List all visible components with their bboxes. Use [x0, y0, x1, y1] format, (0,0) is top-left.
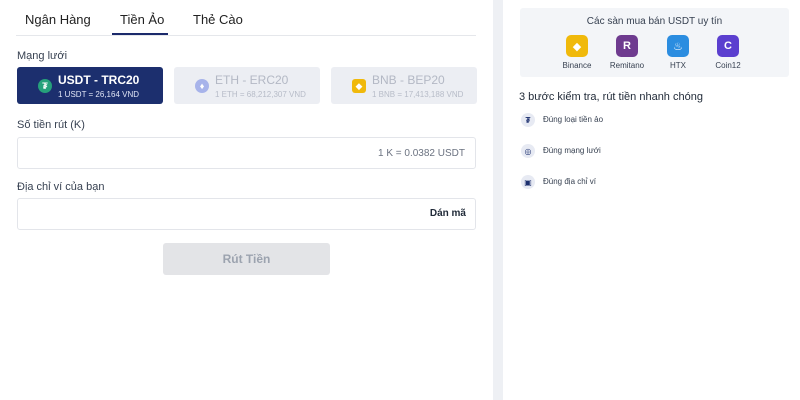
network-rate: 1 USDT = 26,164 VND [58, 90, 140, 99]
binance-icon: ◆ [566, 35, 588, 57]
exchange-binance[interactable]: ◆ Binance [552, 35, 602, 70]
withdraw-button[interactable]: Rút Tiền [163, 243, 330, 275]
coin12-icon: C [717, 35, 739, 57]
wallet-check-icon: ▣ [521, 175, 535, 189]
steps-title: 3 bước kiểm tra, rút tiền nhanh chóng [519, 91, 703, 103]
step-text: Đúng mạng lưới [543, 146, 601, 155]
active-tab-indicator [112, 33, 168, 35]
tab-bank[interactable]: Ngân Hàng [25, 12, 91, 27]
bnb-icon: ◆ [352, 79, 366, 93]
ethereum-icon: ♦ [195, 79, 209, 93]
exchange-coin12[interactable]: C Coin12 [703, 35, 753, 70]
amount-conversion-hint: 1 K = 0.0382 USDT [378, 148, 465, 159]
network-name: BNB - BEP20 [372, 73, 445, 87]
wallet-field: Dán mã [17, 198, 476, 230]
network-check-icon: ◎ [521, 144, 535, 158]
coin-check-icon: ₮ [521, 113, 535, 127]
exchange-name: Coin12 [715, 61, 741, 70]
network-name: ETH - ERC20 [215, 73, 289, 87]
htx-icon: ♨ [667, 35, 689, 57]
exchange-name: Remitano [609, 61, 645, 70]
paste-button[interactable]: Dán mã [430, 208, 466, 219]
wallet-address-input[interactable] [18, 199, 475, 229]
tab-card[interactable]: Thẻ Cào [193, 12, 243, 27]
amount-field: 1 K = 0.0382 USDT [17, 137, 476, 169]
exchange-htx[interactable]: ♨ HTX [653, 35, 703, 70]
exchange-remitano[interactable]: R Remitano [602, 35, 652, 70]
network-option-usdt-trc20[interactable]: ₮ USDT - TRC20 1 USDT = 26,164 VND [17, 67, 163, 104]
step-text: Đúng loại tiền ảo [543, 115, 604, 124]
tether-icon: ₮ [38, 79, 52, 93]
network-option-bnb-bep20[interactable]: ◆ BNB - BEP20 1 BNB = 17,413,188 VND [331, 67, 477, 104]
exchange-name: Binance [562, 61, 592, 70]
wallet-label: Địa chỉ ví của bạn [17, 181, 105, 193]
network-label: Mạng lưới [17, 50, 68, 62]
network-rate: 1 BNB = 17,413,188 VND [372, 90, 464, 99]
step-text: Đúng địa chỉ ví [543, 177, 596, 186]
exchange-list-title: Các sàn mua bán USDT uy tín [586, 16, 723, 27]
exchange-name: HTX [670, 61, 686, 70]
network-rate: 1 ETH = 68,212,307 VND [215, 90, 306, 99]
network-name: USDT - TRC20 [58, 73, 140, 87]
remitano-icon: R [616, 35, 638, 57]
method-tabs: Ngân Hàng Tiền Ảo Thẻ Cào [16, 0, 476, 36]
exchange-list: Các sàn mua bán USDT uy tín ◆ Binance R … [520, 8, 789, 77]
amount-label: Số tiền rút (K) [17, 119, 85, 131]
tab-crypto[interactable]: Tiền Ảo [120, 12, 164, 27]
network-option-eth-erc20[interactable]: ♦ ETH - ERC20 1 ETH = 68,212,307 VND [174, 67, 320, 104]
